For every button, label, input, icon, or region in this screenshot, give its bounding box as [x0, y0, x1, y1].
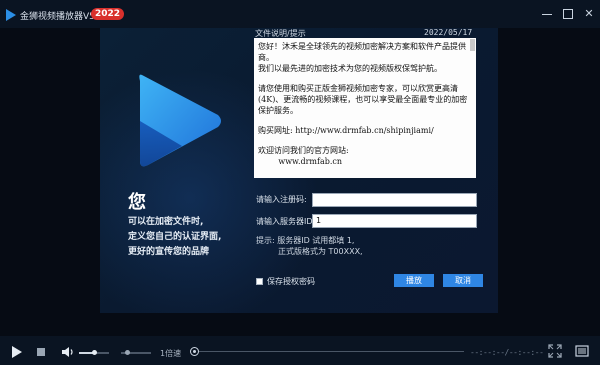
player-window: 金狮视频播放器V5.0 2022 ✕ 您 可以在加密文件时, 定义您自己的认证界… — [0, 0, 600, 365]
minimize-icon — [542, 14, 552, 15]
hint-line-2: 正式版格式为 T00XXX, — [278, 247, 363, 256]
cancel-button[interactable]: 取消 — [443, 274, 483, 287]
notice-spacer — [258, 116, 472, 125]
title-bar[interactable]: 金狮视频播放器V5.0 2022 ✕ — [0, 0, 600, 28]
notice-line: 请您使用和购买正版金狮视频加密专家，可以欣赏更高清 — [258, 84, 458, 93]
maximize-button[interactable] — [561, 7, 575, 21]
volume-knob[interactable] — [92, 350, 97, 355]
reg-code-input[interactable] — [312, 193, 477, 207]
volume-slider[interactable] — [79, 350, 109, 355]
time-display: --:--:--/--:--:-- — [470, 348, 544, 357]
brand-play-icon — [139, 74, 221, 167]
notice-line: 保护服务。 — [258, 106, 298, 115]
year-badge: 2022 — [91, 8, 125, 20]
notice-line: 我们以最先进的加密技术为您的视频版权保驾护航。 — [258, 64, 442, 73]
close-button[interactable]: ✕ — [582, 7, 596, 21]
save-password-label[interactable]: 保存授权密码 — [267, 276, 315, 287]
auth-dialog: 您 可以在加密文件时, 定义您自己的认证界面, 更好的宣传您的品牌 文件说明/提… — [100, 28, 498, 313]
server-id-label: 请输入服务器ID: — [256, 217, 316, 226]
play-confirm-button[interactable]: 播放 — [394, 274, 434, 287]
close-icon: ✕ — [584, 7, 594, 20]
speed-label: 1倍速 — [160, 349, 182, 358]
slogan-line-2: 定义您自己的认证界面, — [128, 232, 222, 242]
slogan-line-3: 更好的宣传您的品牌 — [128, 247, 210, 257]
fullscreen-icon[interactable] — [548, 344, 562, 358]
video-area: 您 可以在加密文件时, 定义您自己的认证界面, 更好的宣传您的品牌 文件说明/提… — [0, 28, 600, 336]
notice-textbox[interactable]: 您好！沐禾是全球领先的视频加密解决方案和软件产品提供 商。 我们以最先进的加密技… — [254, 38, 476, 178]
reg-code-label: 请输入注册码: — [256, 195, 307, 204]
notice-scrollbar[interactable] — [470, 39, 475, 51]
progress-bar[interactable] — [199, 351, 464, 352]
progress-knob[interactable] — [190, 347, 199, 356]
server-id-input[interactable]: 1 — [312, 214, 477, 228]
notice-spacer — [258, 136, 472, 145]
notice-line: 您好！沐禾是全球领先的视频加密解决方案和软件产品提供 — [258, 42, 466, 51]
volume-icon[interactable] — [61, 346, 75, 358]
speed-slider[interactable] — [121, 350, 151, 355]
notice-purchase-url[interactable]: 购买网址: http://www.drmfab.cn/shipinjiami/ — [258, 125, 472, 136]
stop-button[interactable] — [37, 348, 45, 356]
playlist-icon[interactable] — [575, 344, 589, 358]
play-button[interactable] — [12, 346, 22, 358]
notice-line: 商。 — [258, 53, 274, 62]
slogan-line-1: 可以在加密文件时, — [128, 217, 204, 227]
minimize-button[interactable] — [540, 7, 554, 21]
speed-knob[interactable] — [125, 350, 130, 355]
notice-line: 欢迎访问我们的官方网站: — [258, 146, 349, 155]
notice-spacer — [258, 74, 472, 83]
control-bar: 1倍速 --:--:--/--:--:-- — [0, 336, 600, 365]
save-password-checkbox[interactable] — [256, 278, 263, 285]
hint-line-1: 提示: 服务器ID 试用都填 1, — [256, 236, 355, 245]
notice-website-url[interactable]: www.drmfab.cn — [258, 156, 472, 167]
headline: 您 — [128, 192, 146, 213]
app-logo-icon — [6, 9, 16, 21]
notice-line: (4K)、更流畅的视频课程，也可以享受最全面最专业的加密 — [258, 95, 468, 104]
maximize-icon — [563, 9, 573, 19]
